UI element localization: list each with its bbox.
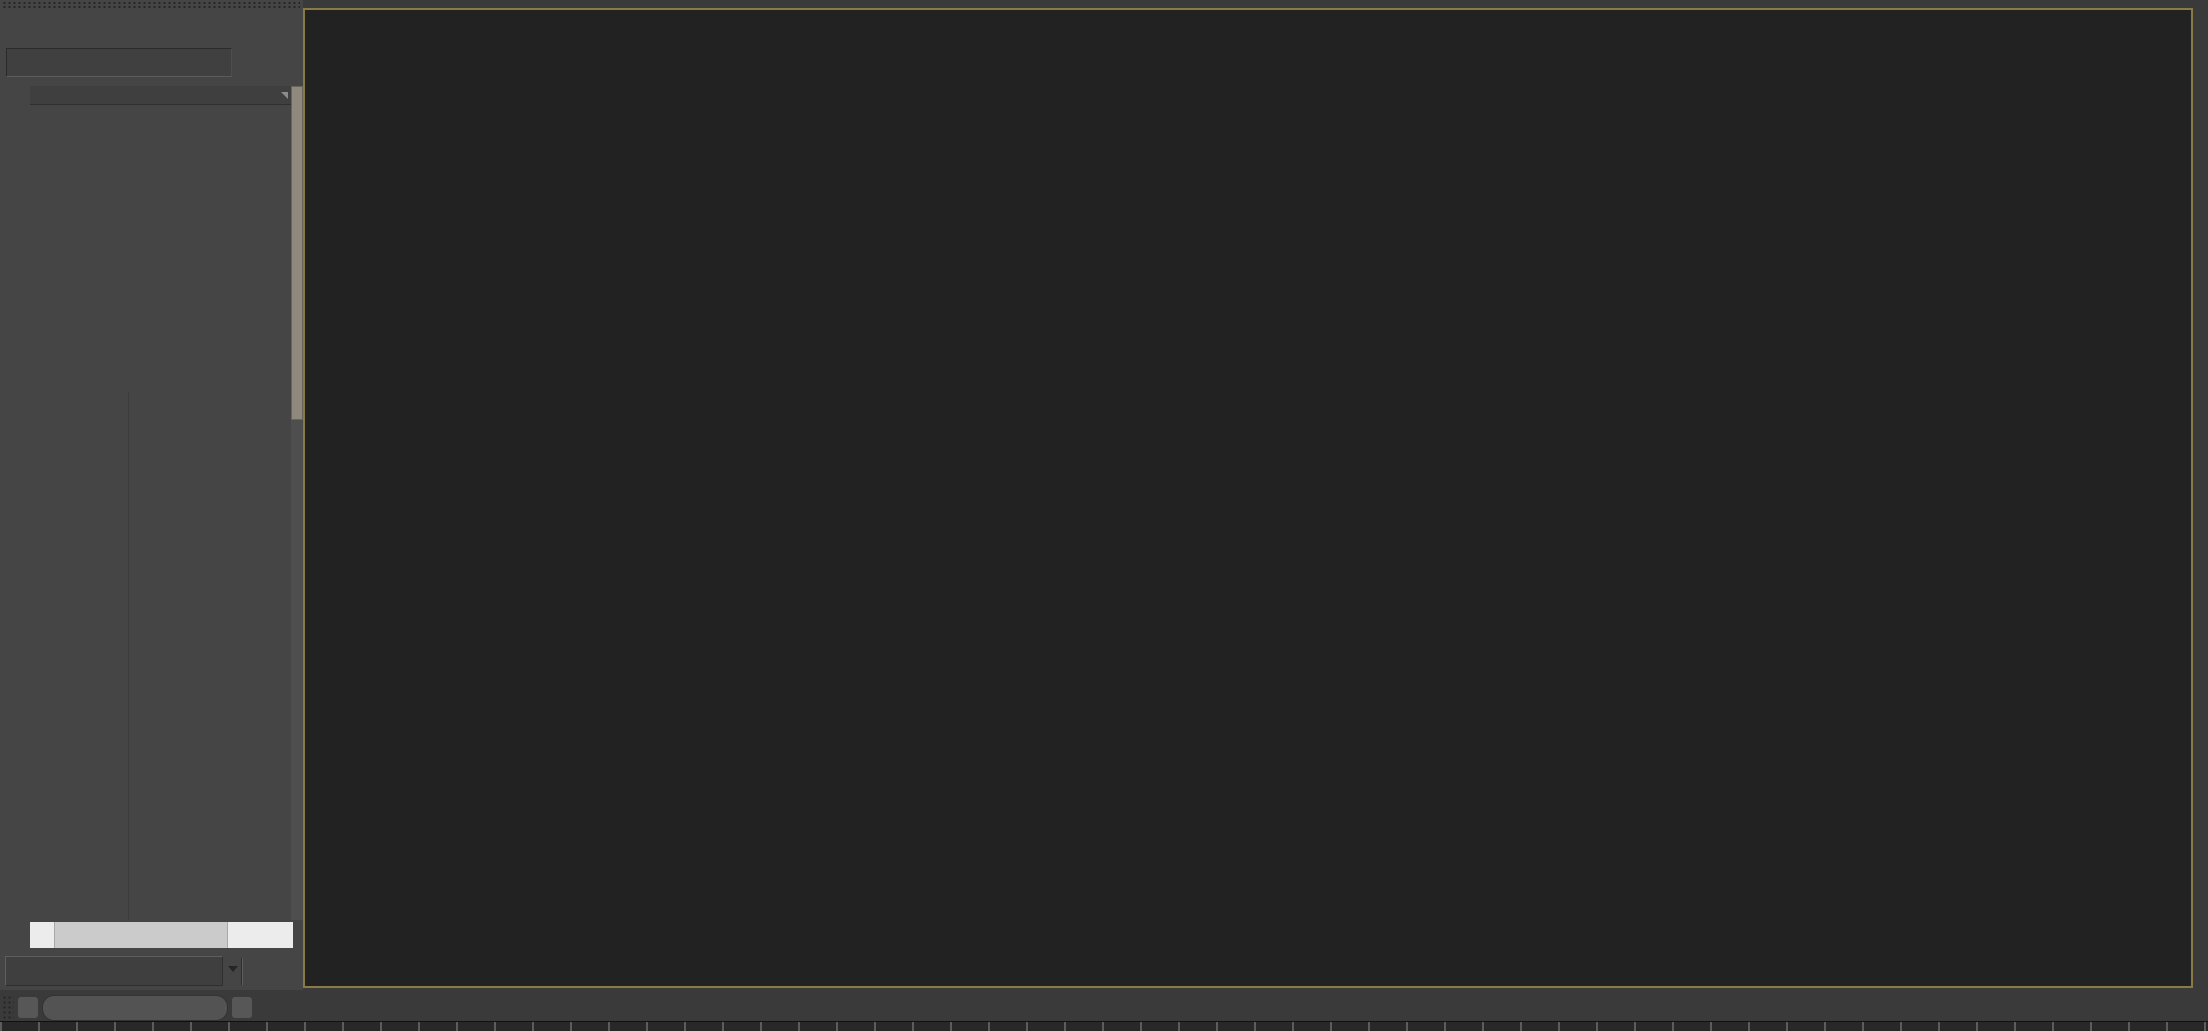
viewport-statistics	[321, 34, 379, 142]
frame-counter-field[interactable]	[42, 995, 228, 1021]
selection-set-dropdown[interactable]	[5, 956, 223, 986]
frame-next-button[interactable]	[231, 996, 253, 1019]
divider	[241, 958, 243, 985]
perspective-viewport[interactable]	[303, 8, 2193, 988]
column-separator	[128, 392, 129, 920]
scroll-left-arrow[interactable]	[30, 922, 52, 948]
stats-verts-label	[321, 78, 379, 100]
stats-polys-label	[321, 56, 379, 78]
list-horizontal-scrollbar[interactable]	[30, 922, 293, 948]
stats-fps-label	[321, 120, 379, 142]
panel-dock-grip[interactable]	[2, 1, 300, 8]
search-input[interactable]	[6, 48, 232, 77]
scroll-right-arrow[interactable]	[271, 922, 293, 948]
scene-explorer-panel	[0, 0, 303, 990]
column-header-name[interactable]	[30, 86, 293, 105]
vscroll-thumb[interactable]	[291, 86, 303, 420]
hscroll-thumb[interactable]	[54, 922, 228, 948]
frame-prev-button[interactable]	[17, 996, 39, 1019]
viewport-scene	[305, 10, 2191, 986]
sort-direction-icon	[281, 92, 288, 99]
list-vertical-scrollbar[interactable]	[291, 86, 303, 920]
search-clear-icon[interactable]	[236, 52, 258, 74]
chevron-down-icon[interactable]	[228, 966, 238, 972]
